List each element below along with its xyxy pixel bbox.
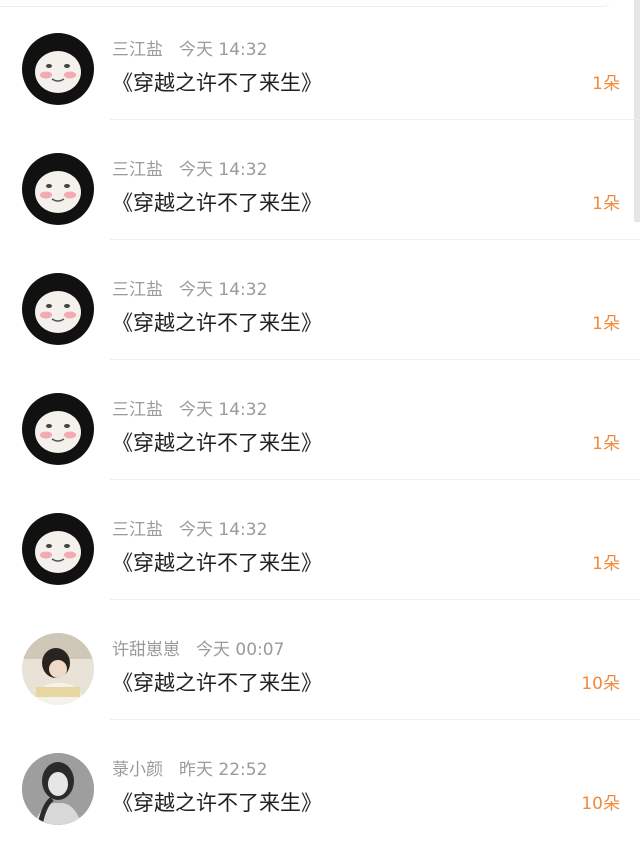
gift-amount: 1朵: [592, 554, 620, 574]
girl-photo-avatar-icon: [22, 633, 94, 705]
sender-line: 菉小颜 昨天 22:52: [112, 758, 267, 782]
avatar[interactable]: [22, 153, 94, 225]
avatar[interactable]: [22, 513, 94, 585]
sender-name[interactable]: 三江盐: [112, 520, 163, 540]
list-item[interactable]: 三江盐 今天 14:32 《穿越之许不了来生》 1朵: [0, 480, 640, 600]
list-item[interactable]: 菉小颜 昨天 22:52 《穿越之许不了来生》 10朵: [0, 720, 640, 840]
sender-name[interactable]: 三江盐: [112, 280, 163, 300]
book-title[interactable]: 《穿越之许不了来生》: [112, 68, 322, 98]
gift-amount: 10朵: [581, 674, 620, 694]
timestamp: 今天 14:32: [179, 400, 268, 420]
list-item[interactable]: 三江盐 今天 14:32 《穿越之许不了来生》 1朵: [0, 240, 640, 360]
book-title[interactable]: 《穿越之许不了来生》: [112, 548, 322, 578]
panda-meme-avatar-icon: [22, 513, 94, 585]
timestamp: 今天 00:07: [196, 640, 285, 660]
sender-line: 三江盐 今天 14:32: [112, 278, 267, 302]
avatar[interactable]: [22, 33, 94, 105]
gift-record-page: 三江盐 今天 14:32 《穿越之许不了来生》 1朵 三江盐 今天 14:32 …: [0, 0, 640, 848]
panda-meme-avatar-icon: [22, 153, 94, 225]
sender-line: 三江盐 今天 14:32: [112, 518, 267, 542]
sender-line: 三江盐 今天 14:32: [112, 158, 267, 182]
sender-name[interactable]: 三江盐: [112, 400, 163, 420]
gift-amount: 1朵: [592, 74, 620, 94]
book-title[interactable]: 《穿越之许不了来生》: [112, 668, 322, 698]
panda-meme-avatar-icon: [22, 393, 94, 465]
avatar[interactable]: [22, 753, 94, 825]
sender-line: 三江盐 今天 14:32: [112, 38, 267, 62]
book-title[interactable]: 《穿越之许不了来生》: [112, 428, 322, 458]
panda-meme-avatar-icon: [22, 273, 94, 345]
timestamp: 今天 14:32: [179, 160, 268, 180]
timestamp: 今天 14:32: [179, 520, 268, 540]
gift-list: 三江盐 今天 14:32 《穿越之许不了来生》 1朵 三江盐 今天 14:32 …: [0, 0, 640, 840]
sender-line: 许甜崽崽 今天 00:07: [112, 638, 284, 662]
list-item[interactable]: 三江盐 今天 14:32 《穿越之许不了来生》 1朵: [0, 360, 640, 480]
timestamp: 今天 14:32: [179, 40, 268, 60]
avatar[interactable]: [22, 273, 94, 345]
sender-line: 三江盐 今天 14:32: [112, 398, 267, 422]
gift-amount: 1朵: [592, 434, 620, 454]
gift-amount: 10朵: [581, 794, 620, 814]
gift-amount: 1朵: [592, 194, 620, 214]
sender-name[interactable]: 许甜崽崽: [112, 640, 180, 660]
avatar[interactable]: [22, 633, 94, 705]
sender-name[interactable]: 三江盐: [112, 40, 163, 60]
sender-name[interactable]: 三江盐: [112, 160, 163, 180]
book-title[interactable]: 《穿越之许不了来生》: [112, 788, 322, 818]
sender-name[interactable]: 菉小颜: [112, 760, 163, 780]
panda-meme-avatar-icon: [22, 33, 94, 105]
book-title[interactable]: 《穿越之许不了来生》: [112, 188, 322, 218]
list-item[interactable]: 三江盐 今天 14:32 《穿越之许不了来生》 1朵: [0, 120, 640, 240]
timestamp: 今天 14:32: [179, 280, 268, 300]
avatar[interactable]: [22, 393, 94, 465]
gift-amount: 1朵: [592, 314, 620, 334]
list-item[interactable]: 三江盐 今天 14:32 《穿越之许不了来生》 1朵: [0, 0, 640, 120]
timestamp: 昨天 22:52: [179, 760, 268, 780]
girl-photo-avatar-2-icon: [22, 753, 94, 825]
list-item[interactable]: 许甜崽崽 今天 00:07 《穿越之许不了来生》 10朵: [0, 600, 640, 720]
book-title[interactable]: 《穿越之许不了来生》: [112, 308, 322, 338]
